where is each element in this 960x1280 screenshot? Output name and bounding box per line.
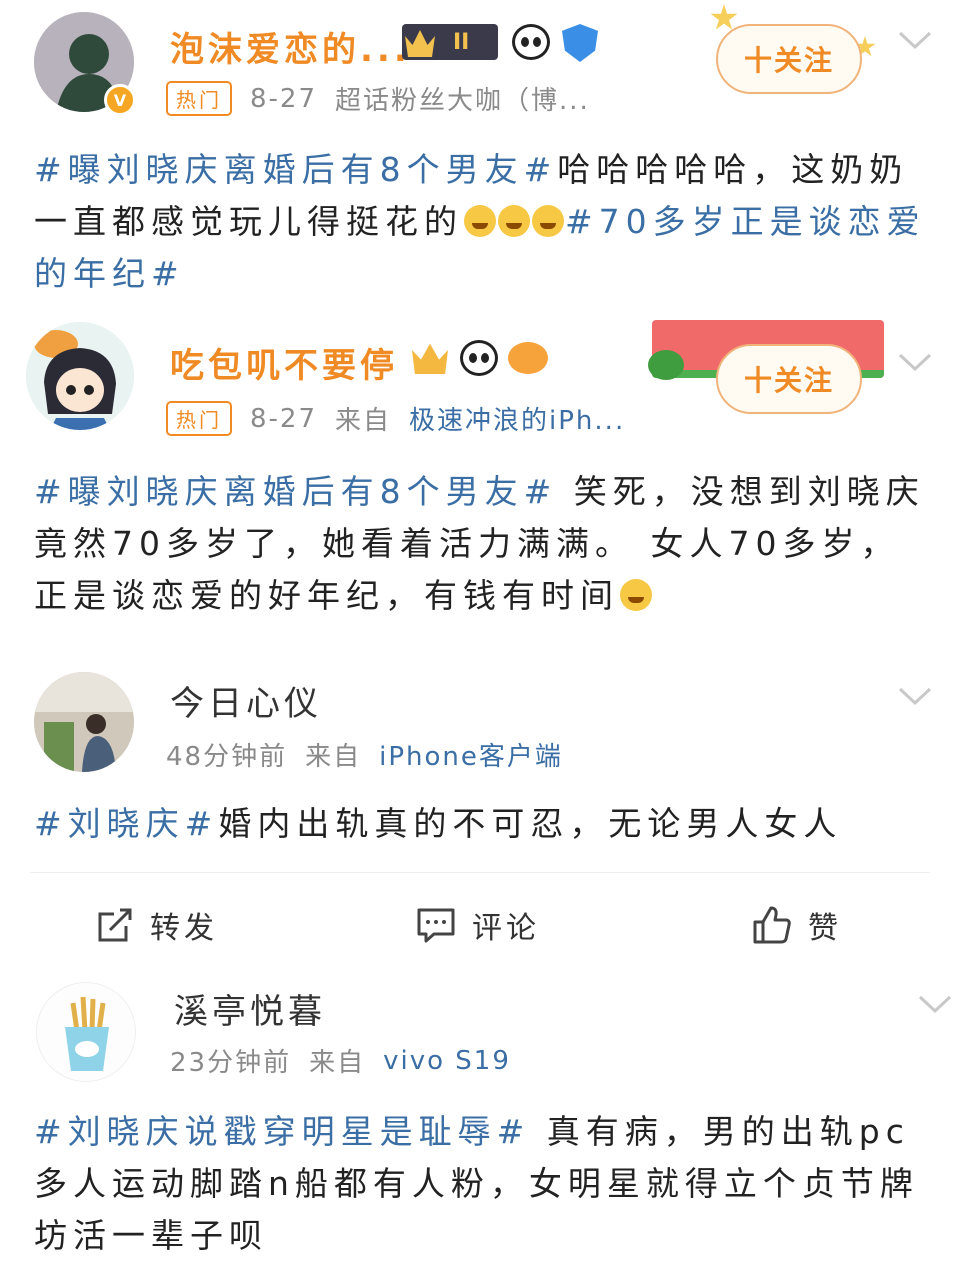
chevron-down-icon[interactable] [918,994,952,1014]
chevron-down-icon[interactable] [898,30,932,50]
comment-icon [417,908,455,943]
photo-avatar-icon [34,672,134,772]
source-prefix: 来自 [309,1048,366,1078]
hot-badge: 热门 [166,81,232,116]
level-badge-icon: II [402,24,498,60]
post-text: #曝刘晓庆离婚后有8个男友#哈哈哈哈哈，这奶奶一直都感觉玩儿得挺花的 #70多岁正… [34,144,930,300]
post-text: #刘晓庆#婚内出轨真的不可忍，无论男人女人 [34,798,930,850]
post-4: 溪亭悦暮 23分钟前 来自 vivo S19 #刘晓庆说戳穿明星是耻辱# 真有病… [0,962,960,1280]
action-bar: 转发 评论 赞 [0,885,960,965]
repost-label: 转发 [150,911,218,946]
post-text: #刘晓庆说戳穿明星是耻辱# 真有病，男的出轨pc多人运动脚踏n船都有人粉，女明星… [34,1106,946,1262]
panda-icon [512,24,550,60]
laugh-emoji-icon [532,205,564,237]
laugh-emoji-icon [464,205,496,237]
hashtag-link[interactable]: #刘晓庆说戳穿明星是耻辱# [34,1112,530,1151]
post-source[interactable]: 极速冲浪的iPh... [409,400,625,437]
avatar[interactable] [36,982,136,1082]
post-meta: 热门 8-27 超话粉丝大咖（博... [166,80,590,117]
laugh-emoji-icon [498,205,530,237]
username[interactable]: 泡沫爱恋的... [170,22,411,71]
post-source[interactable]: iPhone客户端 [379,736,563,773]
avatar[interactable] [34,672,134,772]
chevron-down-icon[interactable] [898,686,932,706]
hashtag-link[interactable]: #曝刘晓庆离婚后有8个男友# [34,472,557,511]
follow-button[interactable]: 十关注 [716,24,862,94]
fries-avatar-icon [37,983,135,1081]
crown-icon [412,343,448,374]
hashtag-link[interactable]: #刘晓庆# [34,804,218,843]
post-date: 8-27 [250,403,318,434]
thumbs-up-icon [753,906,791,944]
panda-icon [460,340,498,376]
comment-button[interactable]: 评论 [416,885,540,965]
username[interactable]: 溪亭悦暮 [174,984,326,1033]
verified-badge-icon: V [104,84,136,116]
hot-badge: 热门 [166,401,232,436]
post-text-content: 婚内出轨真的不可忍，无论男人女人 [218,804,843,843]
post-1: V 泡沫爱恋的... II 热门 8-27 超话粉丝大咖（博... 十关注 #曝… [0,0,960,300]
post-source: 超话粉丝大咖（博... [335,86,590,116]
crown-icon [405,30,435,57]
source-prefix: 来自 [335,406,392,436]
post-text: #曝刘晓庆离婚后有8个男友# 笑死，没想到刘晓庆竟然70多岁了，她看着活力满满。… [34,466,930,622]
divider [30,872,930,873]
like-button[interactable]: 赞 [752,885,842,965]
avatar[interactable] [26,322,134,430]
chevron-down-icon[interactable] [898,352,932,372]
watermelon-icon [648,350,684,380]
fish-icon [508,342,548,374]
level-label: II [453,29,470,55]
post-time: 48分钟前 [166,742,288,772]
thinking-emoji-icon [620,579,652,611]
repost-icon [98,908,132,942]
shield-icon [562,24,598,62]
post-time: 23分钟前 [170,1048,292,1078]
cartoon-avatar-icon [26,322,134,430]
post-2: 吃包叽不要停 热门 8-27 来自 极速冲浪的iPh... 十关注 #曝刘晓庆离… [0,316,960,636]
post-source[interactable]: vivo S19 [383,1046,511,1076]
like-label: 赞 [808,911,842,946]
comment-label: 评论 [472,911,540,946]
hashtag-link[interactable]: #曝刘晓庆离婚后有8个男友# [34,150,557,189]
repost-button[interactable]: 转发 [96,885,218,965]
follow-button[interactable]: 十关注 [716,344,862,414]
post-date: 8-27 [250,83,318,114]
post-meta: 48分钟前 来自 iPhone客户端 [166,736,563,773]
post-meta: 热门 8-27 来自 极速冲浪的iPh... [166,400,625,437]
post-meta: 23分钟前 来自 vivo S19 [170,1042,511,1079]
username[interactable]: 今日心仪 [170,676,322,725]
username[interactable]: 吃包叽不要停 [170,338,398,387]
source-prefix: 来自 [305,742,362,772]
